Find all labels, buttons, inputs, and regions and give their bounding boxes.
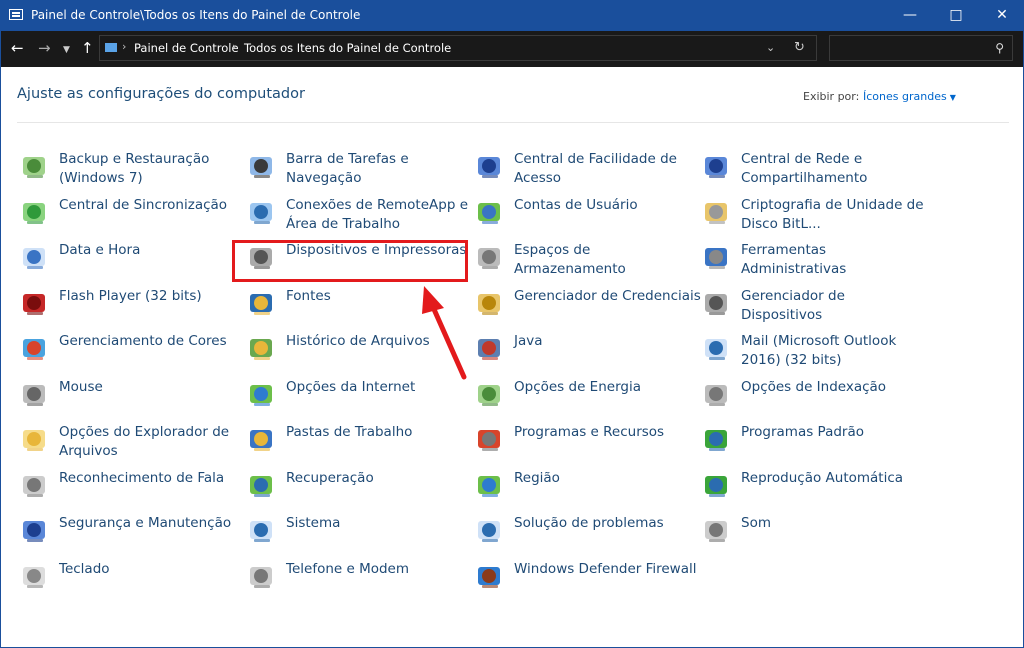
breadcrumb-separator-icon[interactable]: › [122,40,126,53]
search-box[interactable]: ⚲ [829,35,1013,61]
control-panel-location-icon [105,43,117,52]
refresh-icon[interactable]: ↻ [794,40,805,55]
breadcrumb-separator-icon[interactable]: › [232,40,236,53]
back-arrow-icon[interactable]: ← [11,39,24,57]
control-panel-icon [9,9,23,20]
breadcrumb-all-items[interactable]: Todos os Itens do Painel de Controle [244,41,451,55]
maximize-button[interactable]: □ [933,1,979,31]
window-title: Painel de Controle\Todos os Itens do Pai… [31,8,361,22]
forward-arrow-icon[interactable]: → [38,39,51,57]
breadcrumb-control-panel[interactable]: Painel de Controle [134,41,239,55]
address-dropdown-chevron-icon[interactable]: ⌄ [766,41,775,54]
title-bar[interactable]: Painel de Controle\Todos os Itens do Pai… [1,1,1023,31]
address-toolbar: ← → ▼ ↑ › Painel de Controle › Todos os … [1,31,1023,67]
annotation-arrow [422,286,467,380]
content-area: Ajuste as configurações do computador Ex… [1,67,1023,647]
recent-locations-chevron-icon[interactable]: ▼ [63,41,70,59]
search-icon[interactable]: ⚲ [995,41,1004,55]
control-panel-window: Painel de Controle\Todos os Itens do Pai… [0,0,1024,648]
address-bar[interactable]: › Painel de Controle › Todos os Itens do… [99,35,817,61]
close-button[interactable]: ✕ [979,1,1023,31]
up-arrow-icon[interactable]: ↑ [81,39,94,57]
minimize-button[interactable]: — [887,1,933,31]
